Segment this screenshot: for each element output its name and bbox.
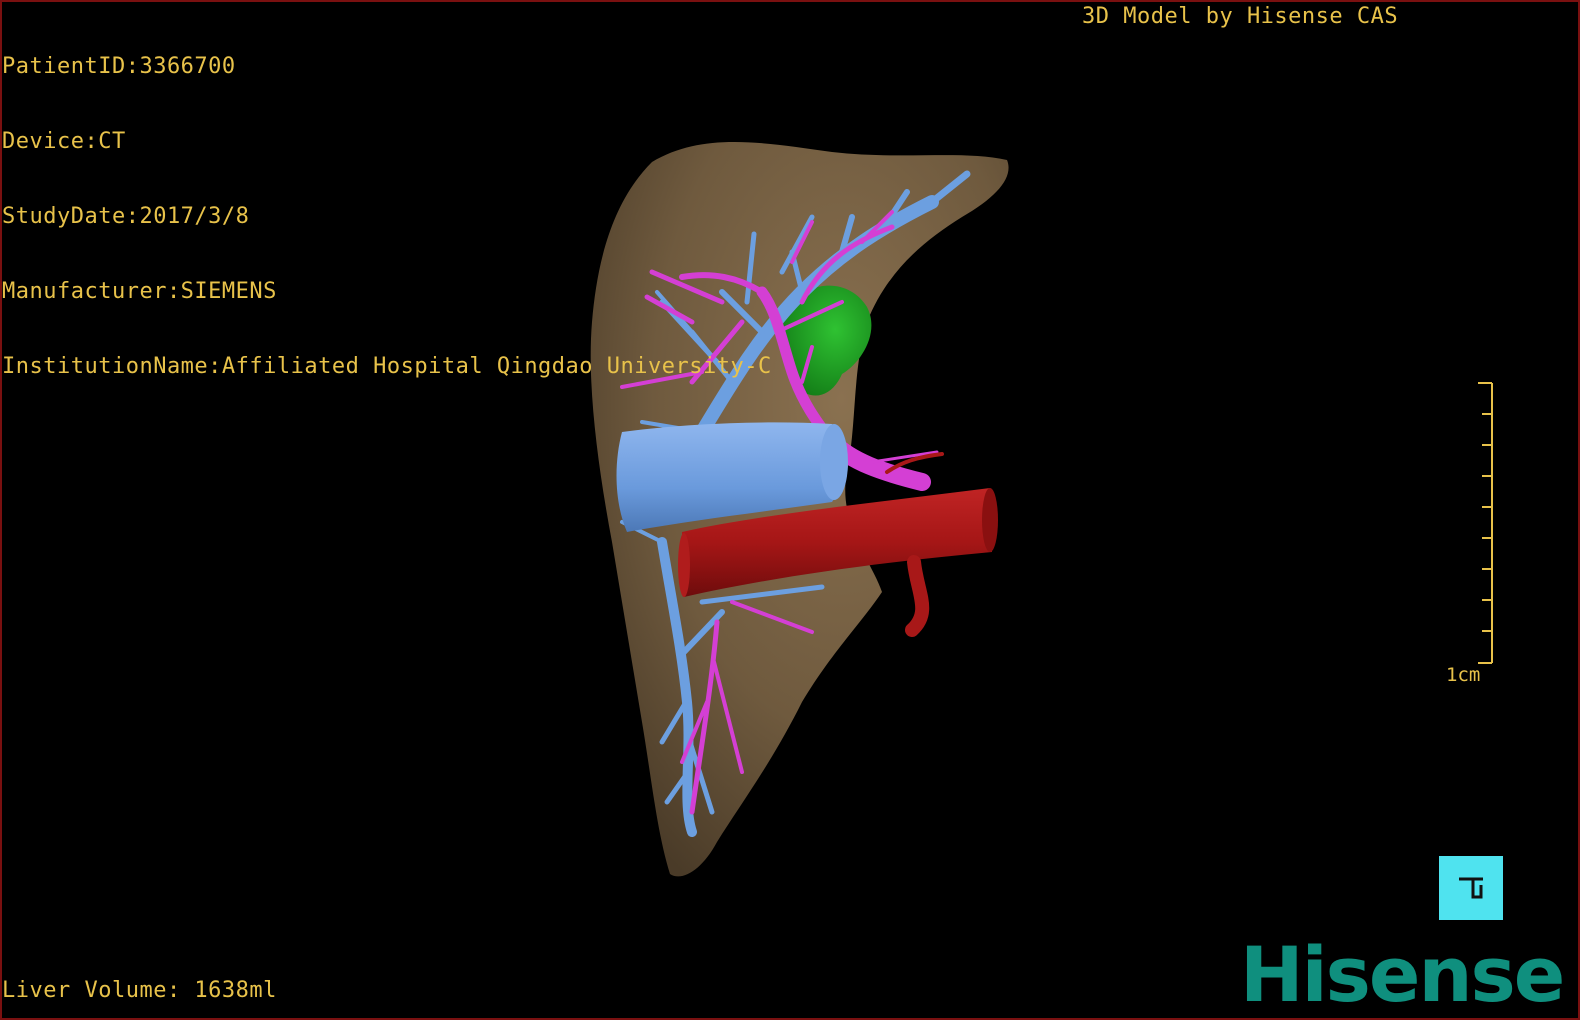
3d-viewport[interactable]: PatientID:3366700 Device:CT StudyDate:20… — [0, 0, 1580, 1020]
device-text: Device:CT — [2, 129, 126, 154]
hisense-logo: Hisense — [1240, 930, 1565, 1019]
posterior-face-icon — [1459, 877, 1483, 899]
liver-volume-readout: Liver Volume: 1638ml — [2, 978, 277, 1003]
scale-label: 1cm — [1446, 664, 1481, 686]
study-date-text: StudyDate:2017/3/8 — [2, 204, 250, 229]
model-brand-title: 3D Model by Hisense CAS — [1082, 4, 1399, 29]
institution-text: InstitutionName:Affiliated Hospital Qing… — [2, 354, 772, 379]
scale-bar — [1478, 382, 1493, 664]
view-orientation-button[interactable] — [1439, 856, 1503, 920]
patient-id-text: PatientID:3366700 — [2, 54, 236, 79]
patient-info-overlay: PatientID:3366700 Device:CT StudyDate:20… — [2, 4, 772, 429]
manufacturer-text: Manufacturer:SIEMENS — [2, 279, 277, 304]
